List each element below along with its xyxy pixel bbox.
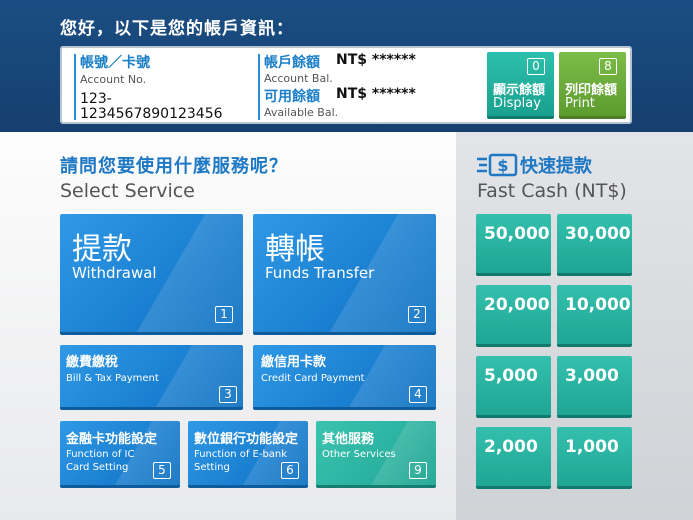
fast-cash-2000-button[interactable]: 2,000 (476, 427, 551, 489)
ic-card-label: 金融卡功能設定 (66, 432, 158, 447)
credit-card-label-en: Credit Card Payment (261, 373, 365, 384)
fast-cash-amount: 3,000 (565, 366, 619, 386)
bill-tax-payment-button[interactable]: 繳費繳稅 Bill & Tax Payment 3 (60, 345, 243, 410)
bill-tax-number: 3 (219, 386, 237, 403)
other-services-number: 9 (409, 462, 427, 479)
funds-transfer-label-en: Funds Transfer (265, 264, 375, 282)
display-balance-button[interactable]: 0 顯示餘額 Display (487, 52, 554, 119)
account-info-header: 您好，以下是您的帳戶資訊： 帳號／卡號 Account No. 123- 123… (0, 0, 693, 132)
account-balance-value: NT$ ****** (336, 52, 416, 68)
ic-card-number: 5 (153, 462, 171, 479)
account-number-label: 帳號／卡號 (80, 55, 150, 71)
print-balance-button[interactable]: 8 列印餘額 Print (559, 52, 626, 119)
select-service-title-en: Select Service (60, 180, 195, 202)
fast-cash-30000-button[interactable]: 30,000 (557, 214, 632, 276)
ebank-label-en-1: Function of E-bank (194, 449, 288, 460)
other-services-label-en: Other Services (322, 449, 396, 460)
bill-tax-label-en: Bill & Tax Payment (66, 373, 159, 384)
cash-icon: $ (477, 153, 518, 177)
account-info-card: 帳號／卡號 Account No. 123- 1234567890123456 … (60, 46, 632, 124)
select-service-title: 請問您要使用什麼服務呢？ (60, 156, 288, 177)
fast-cash-20000-button[interactable]: 20,000 (476, 285, 551, 347)
account-balance-label: 帳戶餘額 (264, 55, 320, 71)
withdrawal-button[interactable]: 提款 Withdrawal 1 (60, 214, 243, 335)
credit-card-payment-button[interactable]: 繳信用卡款 Credit Card Payment 4 (253, 345, 436, 410)
fast-cash-title-en: Fast Cash (NT$) (477, 180, 627, 202)
fast-cash-amount: 50,000 (484, 224, 550, 244)
display-button-number: 0 (527, 58, 545, 75)
svg-text:$: $ (497, 156, 508, 175)
available-balance-label-en: Available Bal. (264, 106, 339, 119)
funds-transfer-button[interactable]: 轉帳 Funds Transfer 2 (253, 214, 436, 335)
divider (258, 54, 260, 120)
fast-cash-1000-button[interactable]: 1,000 (557, 427, 632, 489)
withdrawal-number: 1 (215, 306, 233, 323)
greeting-text: 您好，以下是您的帳戶資訊： (60, 19, 294, 39)
account-balance-label-en: Account Bal. (264, 72, 333, 85)
ic-card-label-en-2: Card Setting (66, 462, 129, 473)
fast-cash-10000-button[interactable]: 10,000 (557, 285, 632, 347)
ebank-number: 6 (281, 462, 299, 479)
fast-cash-amount: 2,000 (484, 437, 538, 457)
fast-cash-amount: 5,000 (484, 366, 538, 386)
account-number-line1: 123- (80, 91, 112, 107)
ic-card-label-en-1: Function of IC (66, 449, 135, 460)
available-balance-value: NT$ ****** (336, 86, 416, 102)
withdrawal-label-en: Withdrawal (72, 264, 157, 282)
funds-transfer-number: 2 (408, 306, 426, 323)
account-number-label-en: Account No. (80, 73, 147, 86)
ebank-setting-button[interactable]: 數位銀行功能設定 Function of E-bank Setting 6 (188, 421, 308, 488)
fast-cash-amount: 10,000 (565, 295, 631, 315)
available-balance-label: 可用餘額 (264, 89, 320, 105)
fast-cash-5000-button[interactable]: 5,000 (476, 356, 551, 418)
ebank-label-en-2: Setting (194, 462, 230, 473)
fast-cash-3000-button[interactable]: 3,000 (557, 356, 632, 418)
other-services-label: 其他服務 (322, 432, 375, 447)
divider (74, 54, 76, 120)
bill-tax-label: 繳費繳稅 (66, 355, 119, 370)
print-button-label-en: Print (565, 96, 595, 111)
fast-cash-amount: 20,000 (484, 295, 550, 315)
display-button-label-en: Display (493, 96, 541, 111)
other-services-button[interactable]: 其他服務 Other Services 9 (316, 421, 436, 488)
fast-cash-amount: 30,000 (565, 224, 631, 244)
fast-cash-title: 快速提款 (520, 156, 592, 177)
ic-card-setting-button[interactable]: 金融卡功能設定 Function of IC Card Setting 5 (60, 421, 180, 488)
credit-card-label: 繳信用卡款 (261, 355, 327, 370)
funds-transfer-label: 轉帳 (265, 232, 325, 267)
ebank-label: 數位銀行功能設定 (194, 432, 299, 447)
credit-card-number: 4 (409, 386, 427, 403)
withdrawal-label: 提款 (72, 232, 132, 267)
fast-cash-amount: 1,000 (565, 437, 619, 457)
fast-cash-50000-button[interactable]: 50,000 (476, 214, 551, 276)
print-button-number: 8 (599, 58, 617, 75)
account-number-line2: 1234567890123456 (80, 106, 223, 122)
